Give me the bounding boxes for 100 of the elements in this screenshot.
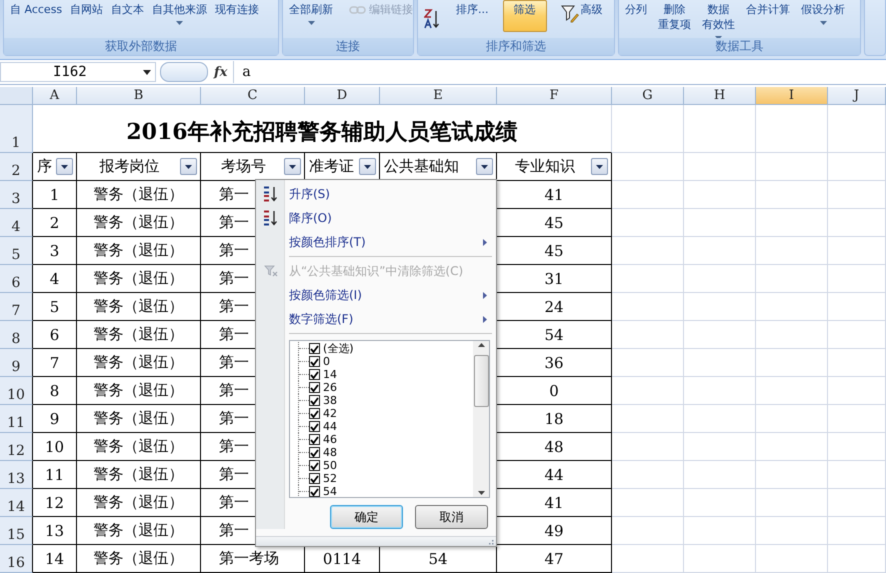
grid-cell[interactable]	[828, 517, 886, 545]
checkbox[interactable]	[309, 421, 320, 432]
checkbox[interactable]	[309, 434, 320, 445]
grid-cell[interactable]	[756, 181, 828, 209]
grid-cell[interactable]	[828, 433, 886, 461]
grid-cell[interactable]	[756, 293, 828, 321]
menu-item[interactable]: 按颜色排序(T)	[257, 230, 496, 254]
checkbox[interactable]	[309, 369, 320, 380]
grid-cell[interactable]	[684, 293, 756, 321]
select-all-button[interactable]	[0, 87, 33, 105]
grid-cell[interactable]	[828, 293, 886, 321]
column-header[interactable]: B	[77, 87, 201, 105]
scroll-down-icon[interactable]	[478, 491, 484, 495]
grid-cell[interactable]	[756, 321, 828, 349]
grid-cell[interactable]	[828, 489, 886, 517]
row-header[interactable]: 7	[0, 293, 33, 321]
column-header[interactable]: J	[828, 87, 886, 105]
grid-cell[interactable]	[612, 209, 684, 237]
row-header[interactable]: 2	[0, 153, 33, 181]
grid-cell[interactable]	[612, 321, 684, 349]
grid-cell[interactable]	[612, 489, 684, 517]
grid-cell[interactable]	[612, 405, 684, 433]
row-header[interactable]: 1	[0, 105, 33, 153]
checkbox-label[interactable]: 46	[323, 433, 337, 446]
ribbon-button[interactable]: 分列	[623, 0, 649, 19]
grid-cell[interactable]	[756, 377, 828, 405]
checkbox[interactable]	[309, 460, 320, 471]
row-header[interactable]: 4	[0, 209, 33, 237]
checkbox-label[interactable]: 0	[323, 355, 330, 368]
column-header[interactable]: H	[684, 87, 756, 105]
grid-cell[interactable]	[756, 153, 828, 181]
formula-field[interactable]: a	[233, 61, 886, 83]
row-header[interactable]: 11	[0, 405, 33, 433]
ribbon-button[interactable]: 自 Access	[8, 0, 64, 19]
checkbox-label[interactable]: 52	[323, 472, 337, 485]
grid-cell[interactable]	[756, 105, 828, 153]
resize-grip-icon[interactable]	[488, 538, 494, 544]
grid-cell[interactable]	[828, 321, 886, 349]
column-header[interactable]: A	[33, 87, 77, 105]
checkbox[interactable]	[309, 356, 320, 367]
ribbon-button[interactable]: 数据 有效性	[700, 0, 737, 38]
grid-cell[interactable]	[756, 461, 828, 489]
filter-dropdown-button[interactable]	[476, 158, 493, 175]
grid-cell[interactable]	[828, 237, 886, 265]
grid-cell[interactable]	[684, 349, 756, 377]
grid-cell[interactable]	[828, 461, 886, 489]
checkbox-label[interactable]: 38	[323, 394, 337, 407]
grid-cell[interactable]	[612, 237, 684, 265]
grid-cell[interactable]	[684, 433, 756, 461]
grid-cell[interactable]	[684, 377, 756, 405]
grid-cell[interactable]	[612, 545, 684, 573]
grid-cell[interactable]	[612, 349, 684, 377]
grid-cell[interactable]	[684, 265, 756, 293]
grid-cell[interactable]	[756, 349, 828, 377]
grid-cell[interactable]	[756, 237, 828, 265]
row-header[interactable]: 13	[0, 461, 33, 489]
checkbox-label[interactable]: 44	[323, 420, 337, 433]
checkbox[interactable]	[309, 473, 320, 484]
grid-cell[interactable]	[684, 153, 756, 181]
checkbox-label[interactable]: 14	[323, 368, 337, 381]
row-header[interactable]: 9	[0, 349, 33, 377]
filter-dropdown-button[interactable]	[284, 158, 301, 175]
grid-cell[interactable]	[828, 545, 886, 573]
menu-item[interactable]: 降序(O)	[257, 206, 496, 230]
checkbox-label[interactable]: 48	[323, 446, 337, 459]
grid-cell[interactable]	[684, 237, 756, 265]
grid-cell[interactable]	[684, 545, 756, 573]
grid-cell[interactable]	[756, 489, 828, 517]
column-header[interactable]: F	[497, 87, 612, 105]
filter-dropdown-button[interactable]	[56, 158, 73, 175]
row-header[interactable]: 8	[0, 321, 33, 349]
menu-item[interactable]: 数字筛选(F)	[257, 307, 496, 331]
grid-cell[interactable]	[684, 517, 756, 545]
menu-item[interactable]: 升序(S)	[257, 182, 496, 206]
grid-cell[interactable]	[612, 433, 684, 461]
checkbox[interactable]	[309, 343, 320, 354]
ribbon-button[interactable]: 全部刷新	[287, 0, 335, 28]
ribbon-button[interactable]: 自文本	[109, 0, 146, 19]
grid-cell[interactable]	[612, 153, 684, 181]
grid-cell[interactable]	[756, 545, 828, 573]
grid-cell[interactable]	[828, 105, 886, 153]
grid-cell[interactable]	[828, 377, 886, 405]
row-header[interactable]: 5	[0, 237, 33, 265]
grid-cell[interactable]	[756, 405, 828, 433]
grid-cell[interactable]	[612, 461, 684, 489]
checkbox[interactable]	[309, 447, 320, 458]
row-header[interactable]: 16	[0, 545, 33, 573]
grid-cell[interactable]	[828, 209, 886, 237]
column-header[interactable]: G	[612, 87, 684, 105]
grid-cell[interactable]	[756, 433, 828, 461]
ribbon-button[interactable]: 筛选	[502, 0, 546, 32]
grid-cell[interactable]	[756, 265, 828, 293]
ribbon-button[interactable]: 现有连接	[213, 0, 262, 19]
ribbon-button[interactable]: 假设分析	[799, 0, 847, 28]
checkbox-label[interactable]: 54	[323, 485, 337, 497]
row-header[interactable]: 10	[0, 377, 33, 405]
row-header[interactable]: 6	[0, 265, 33, 293]
scroll-up-icon[interactable]	[478, 343, 484, 347]
grid-cell[interactable]	[684, 405, 756, 433]
grid-cell[interactable]	[828, 181, 886, 209]
